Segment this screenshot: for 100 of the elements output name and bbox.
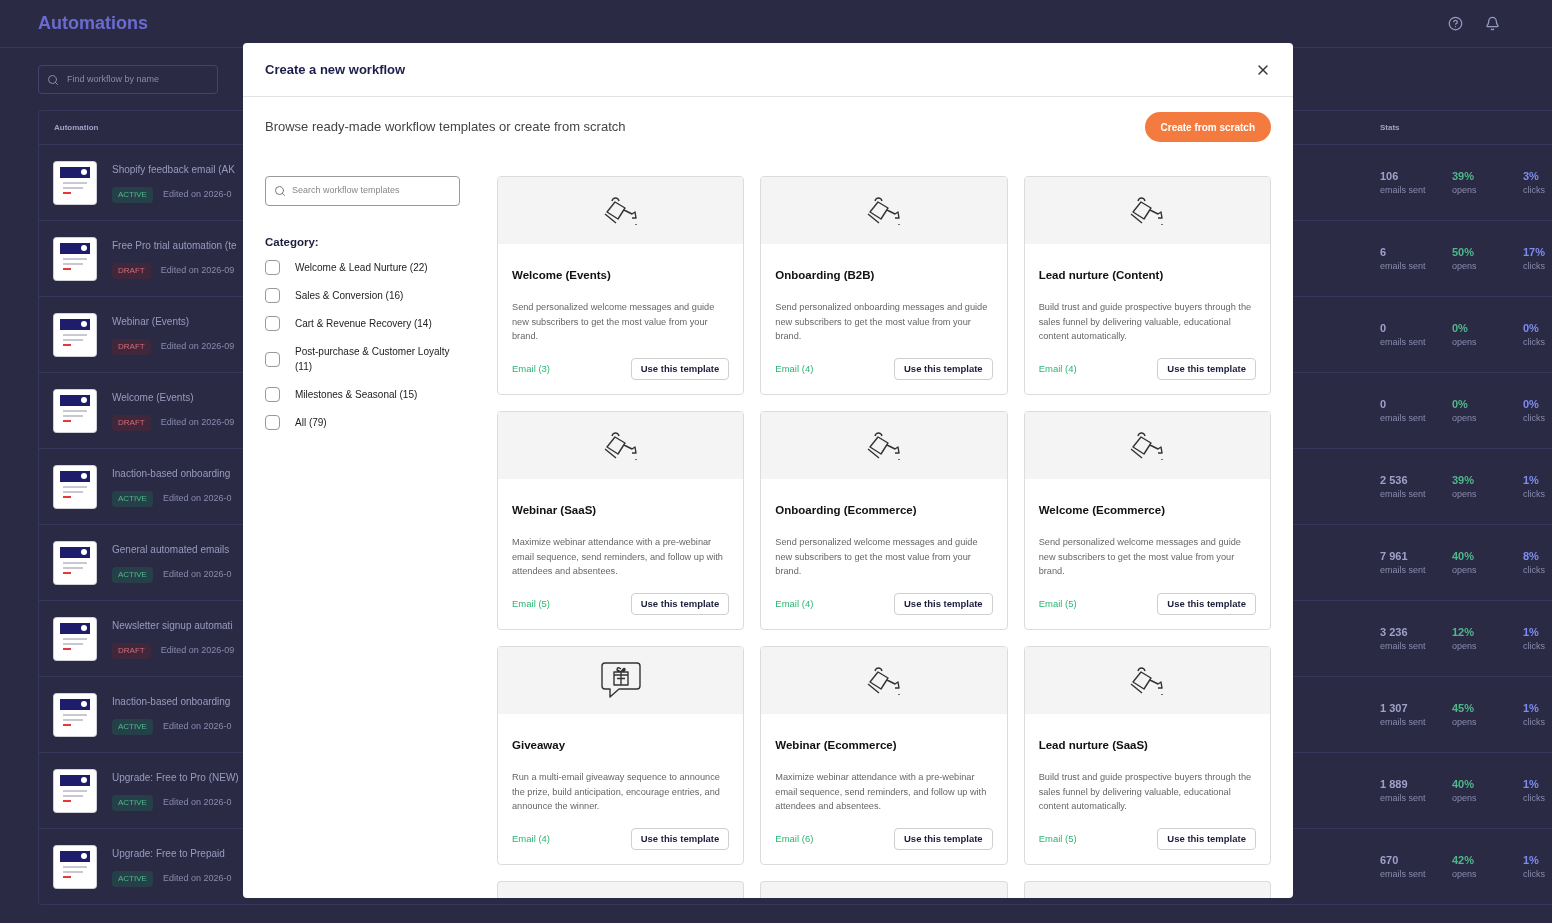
category-checkbox[interactable] bbox=[265, 415, 280, 431]
opens-label: opens bbox=[1452, 412, 1478, 425]
automation-name[interactable]: General automated emails bbox=[112, 542, 232, 557]
clicks-label: clicks bbox=[1523, 640, 1545, 653]
opens-rate: 40% bbox=[1452, 776, 1476, 792]
opens-label: opens bbox=[1452, 184, 1478, 197]
category-checkbox[interactable] bbox=[265, 316, 280, 332]
automation-name[interactable]: Welcome (Events) bbox=[112, 390, 235, 405]
automation-name[interactable]: Upgrade: Free to Pro (NEW) bbox=[112, 770, 239, 785]
template-title: Onboarding (B2B) bbox=[775, 268, 876, 283]
template-card[interactable]: Giveaway Run a multi-email giveaway sequence to announce the prize, build anticipation, encourage entries, and announce the winner. Email (4) Use this template bbox=[497, 646, 745, 865]
template-card[interactable]: Lead nurture (Content) Build trust and guide prospective buyers through the sales funnel by delivering valuable, educational content automatically. Email (4) Use this template bbox=[1023, 176, 1271, 395]
use-template-button[interactable]: Use this template bbox=[894, 828, 993, 850]
edited-date: Edited on 2026-0 bbox=[162, 492, 232, 506]
clicks-rate: 0% bbox=[1523, 396, 1540, 412]
edited-date: Edited on 2026-0 bbox=[162, 188, 232, 202]
clicks-rate: 8% bbox=[1523, 548, 1540, 564]
search-field[interactable]: Find workflow by name bbox=[38, 65, 218, 94]
template-card[interactable]: Webinar (Ecommerce) Maximize webinar attendance with a pre-webinar email sequence, send reminders, and follow up with attendees and absentees. Email (6) Use this template bbox=[760, 646, 1008, 865]
watering-can-icon bbox=[1129, 195, 1166, 226]
email-count: Email (5) bbox=[512, 596, 550, 611]
template-card[interactable]: Welcome (Ecommerce) Send personalized welcome messages and guide new subscribers to get the most value from your brand. Email (5) Use this template bbox=[1023, 411, 1271, 630]
opens-label: opens bbox=[1452, 640, 1478, 653]
status-badge: ACTIVE bbox=[112, 719, 153, 735]
opens-rate: 0% bbox=[1452, 320, 1469, 336]
use-template-button[interactable]: Use this template bbox=[630, 358, 730, 380]
edited-date: Edited on 2026-09 bbox=[160, 264, 235, 278]
status-badge: ACTIVE bbox=[112, 795, 153, 811]
template-card[interactable]: Onboarding (B2B) Send personalized onboarding messages and guide new subscribers to get the most value from your brand. Email (4) Use this template bbox=[760, 176, 1008, 395]
page-title: Automations bbox=[38, 12, 148, 35]
email-count: Email (5) bbox=[1038, 596, 1077, 611]
use-template-button[interactable]: Use this template bbox=[1157, 593, 1256, 615]
opens-label: opens bbox=[1452, 260, 1478, 273]
email-count: Email (3) bbox=[512, 361, 550, 376]
category-label: Cart & Revenue Recovery (14) bbox=[295, 317, 433, 332]
automation-name[interactable]: Newsletter signup automati bbox=[112, 618, 235, 633]
use-template-button[interactable]: Use this template bbox=[1157, 358, 1256, 380]
category-label: Sales & Conversion (16) bbox=[295, 289, 405, 304]
automation-name[interactable]: Shopify feedback email (AK bbox=[112, 162, 235, 177]
edited-date: Edited on 2026-09 bbox=[160, 340, 235, 354]
use-template-button[interactable]: Use this template bbox=[1157, 828, 1256, 850]
sent-label: emails sent bbox=[1380, 412, 1427, 425]
template-description: Send personalized welcome messages and guide new subscribers to get the most value from your brand. bbox=[512, 301, 716, 344]
template-card[interactable]: Lead nurture (SaaS) Build trust and guide prospective buyers through the sales funnel by delivering valuable, educational content automatically. Email (5) Use this template bbox=[1023, 646, 1271, 865]
bell-icon[interactable] bbox=[1485, 16, 1500, 31]
edited-date: Edited on 2026-0 bbox=[162, 568, 232, 582]
use-template-button[interactable]: Use this template bbox=[894, 358, 993, 380]
opens-label: opens bbox=[1452, 868, 1478, 881]
template-title: Welcome (Ecommerce) bbox=[1038, 503, 1166, 518]
automation-name[interactable]: Inaction-based onboarding bbox=[112, 466, 232, 481]
status-badge: DRAFT bbox=[112, 415, 151, 431]
template-description: Send personalized onboarding messages and guide new subscribers to get the most value from your brand. bbox=[775, 301, 989, 344]
clicks-rate: 1% bbox=[1523, 700, 1540, 716]
automation-name[interactable]: Free Pro trial automation (te bbox=[112, 238, 237, 253]
category-checkbox[interactable] bbox=[265, 288, 280, 304]
template-search-field[interactable]: Search workflow templates bbox=[265, 176, 460, 206]
watering-can-icon bbox=[602, 430, 639, 461]
clicks-rate: 1% bbox=[1523, 776, 1540, 792]
opens-rate: 39% bbox=[1452, 472, 1476, 488]
dialog-title: Create a new workflow bbox=[265, 60, 406, 79]
template-card[interactable]: Onboarding (Ecommerce) Send personalized welcome messages and guide new subscribers to get the most value from your brand. Email (4) Use this template bbox=[760, 411, 1008, 630]
automation-name[interactable]: Upgrade: Free to Prepaid bbox=[112, 846, 232, 861]
sent-count: 670 bbox=[1380, 852, 1400, 868]
help-icon[interactable] bbox=[1448, 16, 1463, 31]
category-heading: Category: bbox=[265, 235, 320, 250]
watering-can-icon bbox=[1129, 430, 1166, 461]
opens-rate: 50% bbox=[1452, 244, 1476, 260]
status-badge: ACTIVE bbox=[112, 187, 153, 203]
sent-count: 0 bbox=[1380, 320, 1388, 336]
sent-label: emails sent bbox=[1380, 716, 1427, 729]
email-preview-drawing bbox=[53, 844, 97, 889]
category-checkbox[interactable] bbox=[265, 351, 280, 367]
sent-label: emails sent bbox=[1380, 488, 1427, 501]
template-card[interactable]: Webinar (SaaS) Maximize webinar attendance with a pre-webinar email sequence, send reminders, and follow up with attendees and absentees. Email (5) Use this template bbox=[497, 411, 745, 630]
column-header: Automation bbox=[53, 121, 99, 134]
template-card[interactable]: Welcome (Events) Send personalized welcome messages and guide new subscribers to get the most value from your brand. Email (3) Use this template bbox=[497, 176, 745, 395]
clicks-label: clicks bbox=[1523, 564, 1545, 577]
gift-message-icon bbox=[600, 661, 641, 700]
template-description: Build trust and guide prospective buyers through the sales funnel by delivering valuable, educational content automatically. bbox=[1038, 301, 1253, 344]
email-preview-drawing bbox=[53, 464, 97, 509]
use-template-button[interactable]: Use this template bbox=[630, 593, 730, 615]
search-icon bbox=[47, 73, 59, 86]
watering-can-icon bbox=[602, 195, 639, 226]
status-badge: DRAFT bbox=[112, 643, 151, 659]
use-template-button[interactable]: Use this template bbox=[630, 828, 730, 850]
category-label: Milestones & Seasonal (15) bbox=[295, 388, 419, 403]
use-template-button[interactable]: Use this template bbox=[894, 593, 993, 615]
template-description: Send personalized welcome messages and guide new subscribers to get the most value from your brand. bbox=[1038, 536, 1242, 579]
email-preview-drawing bbox=[53, 616, 97, 661]
sent-count: 2 536 bbox=[1380, 472, 1409, 488]
clicks-rate: 1% bbox=[1523, 624, 1540, 640]
template-title: Welcome (Events) bbox=[512, 268, 612, 283]
category-checkbox[interactable] bbox=[265, 260, 280, 276]
sent-count: 6 bbox=[1380, 244, 1388, 260]
watering-can-icon bbox=[866, 430, 902, 461]
category-checkbox[interactable] bbox=[265, 387, 280, 403]
watering-can-icon bbox=[866, 665, 902, 696]
automation-name[interactable]: Inaction-based onboarding bbox=[112, 694, 232, 709]
automation-name[interactable]: Webinar (Events) bbox=[112, 314, 235, 329]
template-title: Lead nurture (SaaS) bbox=[1038, 738, 1149, 753]
